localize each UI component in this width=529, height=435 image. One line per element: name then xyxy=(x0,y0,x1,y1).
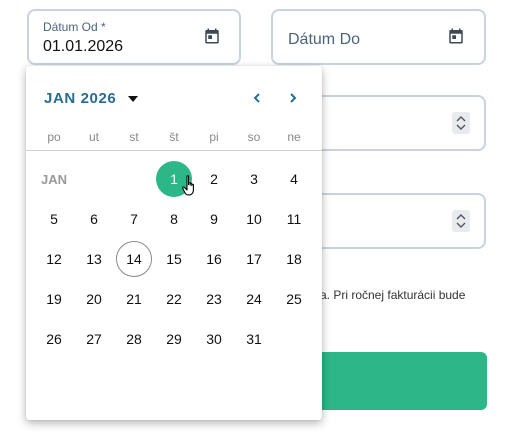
day-cell[interactable]: 20 xyxy=(74,279,114,319)
stepper-icon[interactable] xyxy=(452,112,470,134)
next-month-button[interactable] xyxy=(283,90,303,106)
day-cell[interactable]: 22 xyxy=(154,279,194,319)
date-picker-popup: JAN 2026 po ut st št pi so ne JAN 1 2 3 4 5 6 7… xyxy=(26,66,322,420)
month-label: JAN xyxy=(40,171,67,187)
day-cell[interactable]: 28 xyxy=(114,319,154,359)
empty-cell xyxy=(114,159,154,199)
day-cell[interactable]: 31 xyxy=(234,319,274,359)
stepper-icon[interactable] xyxy=(452,210,470,232)
day-number: 21 xyxy=(126,291,142,307)
day-number: 18 xyxy=(286,251,302,267)
day-cell[interactable]: 24 xyxy=(234,279,274,319)
chevron-left-icon xyxy=(253,93,260,103)
date-to-field[interactable]: Dátum Do xyxy=(271,9,486,65)
day-cell[interactable]: 21 xyxy=(114,279,154,319)
day-number: 29 xyxy=(166,331,182,347)
day-number: 9 xyxy=(210,211,218,227)
day-number: 19 xyxy=(46,291,62,307)
day-cell[interactable]: 10 xyxy=(234,199,274,239)
day-number: 27 xyxy=(86,331,102,347)
day-number: 17 xyxy=(246,251,262,267)
day-cell[interactable]: 6 xyxy=(74,199,114,239)
date-from-field[interactable]: Dátum Od * 01.01.2026 xyxy=(27,9,241,65)
calendar-week-row: 26 27 28 29 30 31 xyxy=(34,319,314,359)
weekday-header: po ut st št pi so ne xyxy=(34,130,314,144)
calendar-week-row: 12 13 14 15 16 17 18 xyxy=(34,239,314,279)
calendar-icon[interactable] xyxy=(203,27,221,45)
day-number: 25 xyxy=(286,291,302,307)
day-number: 4 xyxy=(290,171,298,187)
day-cell[interactable]: 29 xyxy=(154,319,194,359)
day-cell[interactable]: 18 xyxy=(274,239,314,279)
day-cell[interactable]: 30 xyxy=(194,319,234,359)
weekday-label: pi xyxy=(209,130,219,144)
day-today[interactable]: 14 xyxy=(114,239,154,279)
day-cell[interactable]: 13 xyxy=(74,239,114,279)
empty-cell xyxy=(74,159,114,199)
day-number: 2 xyxy=(210,171,218,187)
weekday-label: st xyxy=(129,130,139,144)
day-cell[interactable]: 17 xyxy=(234,239,274,279)
empty-cell xyxy=(274,319,314,359)
day-cell[interactable]: 11 xyxy=(274,199,314,239)
day-number: 8 xyxy=(170,211,178,227)
day-number: 11 xyxy=(286,211,302,227)
weekday-label: so xyxy=(247,130,261,144)
day-cell[interactable]: 8 xyxy=(154,199,194,239)
date-from-value: 01.01.2026 xyxy=(43,38,124,55)
day-cell[interactable]: 15 xyxy=(154,239,194,279)
day-number: 14 xyxy=(116,241,152,277)
day-number: 12 xyxy=(46,251,62,267)
day-cell[interactable]: 16 xyxy=(194,239,234,279)
calendar-week-row: 19 20 21 22 23 24 25 xyxy=(34,279,314,319)
day-number: 3 xyxy=(250,171,258,187)
day-cell[interactable]: 4 xyxy=(274,159,314,199)
day-number: 26 xyxy=(46,331,62,347)
day-cell[interactable]: 9 xyxy=(194,199,234,239)
day-cell[interactable]: 3 xyxy=(234,159,274,199)
day-cell[interactable]: 27 xyxy=(74,319,114,359)
day-cell[interactable]: 12 xyxy=(34,239,74,279)
weekday-label: ut xyxy=(88,130,99,144)
weekday-label: ne xyxy=(287,130,301,144)
day-number: 23 xyxy=(206,291,222,307)
date-to-placeholder: Dátum Do xyxy=(288,31,361,48)
weekday-label: št xyxy=(169,130,179,144)
day-number: 5 xyxy=(50,211,58,227)
chevron-right-icon xyxy=(290,93,297,103)
date-from-label: Dátum Od * xyxy=(43,20,106,34)
calendar-week-row: JAN 1 2 3 4 xyxy=(34,159,314,199)
day-number: 22 xyxy=(166,291,182,307)
day-number: 6 xyxy=(90,211,98,227)
prev-month-button[interactable] xyxy=(247,90,267,106)
day-number: 15 xyxy=(166,251,182,267)
day-number: 16 xyxy=(206,251,222,267)
caret-down-icon xyxy=(128,95,139,102)
day-number: 24 xyxy=(246,291,262,307)
divider xyxy=(26,150,322,151)
day-number: 10 xyxy=(246,211,262,227)
day-number: 30 xyxy=(206,331,222,347)
day-number: 28 xyxy=(126,331,142,347)
day-cell[interactable]: 19 xyxy=(34,279,74,319)
day-number: 20 xyxy=(86,291,102,307)
month-year-toggle[interactable]: JAN 2026 xyxy=(44,90,139,107)
day-cell[interactable]: 23 xyxy=(194,279,234,319)
hand-cursor-icon xyxy=(182,175,194,196)
day-cell[interactable]: 5 xyxy=(34,199,74,239)
day-number: 7 xyxy=(130,211,138,227)
calendar-icon[interactable] xyxy=(447,27,465,45)
calendar-week-row: 5 6 7 8 9 10 11 xyxy=(34,199,314,239)
day-cell[interactable]: 7 xyxy=(114,199,154,239)
day-number: 13 xyxy=(86,251,102,267)
day-cell[interactable]: 26 xyxy=(34,319,74,359)
day-cell[interactable]: 25 xyxy=(274,279,314,319)
helper-text: ca. Pri ročnej fakturácii bude xyxy=(314,288,466,302)
month-year-label: JAN 2026 xyxy=(44,90,117,107)
day-number: 31 xyxy=(246,331,262,347)
weekday-label: po xyxy=(47,130,61,144)
